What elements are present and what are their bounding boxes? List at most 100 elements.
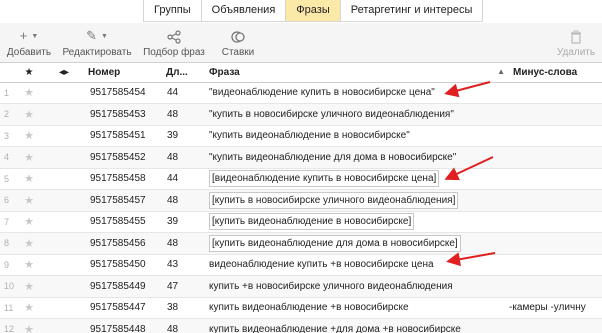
add-button[interactable]: + ▼ Добавить bbox=[6, 23, 52, 61]
phrase-cell[interactable]: купить видеонаблюдение +в новосибирске bbox=[205, 297, 507, 319]
phrase-text: "видеонаблюдение купить в новосибирске ц… bbox=[209, 87, 435, 99]
phrase-cell[interactable]: видеонаблюдение купить +в новосибирске ц… bbox=[205, 254, 507, 276]
table-row[interactable]: 3 ★ 9517585451 39 "купить видеонаблюдение в … bbox=[0, 125, 602, 147]
edit-button[interactable]: ✎ ▼ Редактировать bbox=[62, 23, 132, 61]
phrase-cell[interactable]: [купить видеонаблюдение для дома в новос… bbox=[205, 232, 507, 255]
number-column-header[interactable]: Номер bbox=[88, 64, 166, 83]
star-icon[interactable]: ★ bbox=[18, 232, 40, 255]
status-cell bbox=[40, 254, 88, 276]
phrase-text: купить видеонаблюдение +в новосибирске bbox=[209, 302, 409, 314]
phrase-id-cell: 9517585452 bbox=[88, 146, 166, 169]
minus-words-cell[interactable] bbox=[507, 82, 602, 104]
phrase-cell[interactable]: "купить видеонаблюдение в новосибирске" bbox=[205, 125, 507, 147]
star-icon[interactable]: ★ bbox=[18, 189, 40, 212]
phrase-column-header[interactable]: Фраза ▲ bbox=[205, 64, 507, 83]
minus-words-cell[interactable] bbox=[507, 232, 602, 255]
star-icon[interactable]: ★ bbox=[18, 103, 40, 126]
phrase-text: видеонаблюдение купить +в новосибирске ц… bbox=[209, 259, 434, 271]
tab-ads[interactable]: Объявления bbox=[202, 0, 287, 21]
table-row[interactable]: 5 ★ 9517585458 44 [видеонаблюдение купить в … bbox=[0, 168, 602, 190]
star-icon[interactable]: ★ bbox=[18, 318, 40, 333]
toolbar: + ▼ Добавить ✎ ▼ Редактировать Подбор фраз… bbox=[0, 23, 602, 63]
row-number: 11 bbox=[0, 297, 18, 319]
minus-words-cell[interactable] bbox=[507, 146, 602, 169]
tab-groups[interactable]: Группы bbox=[144, 0, 202, 21]
table-row[interactable]: 2 ★ 9517585453 48 "купить в новосибирске ули… bbox=[0, 103, 602, 126]
length-cell: 44 bbox=[166, 168, 205, 190]
length-cell: 48 bbox=[166, 318, 205, 333]
status-column-header[interactable]: ◂▸ bbox=[40, 64, 88, 83]
star-icon[interactable]: ★ bbox=[18, 82, 40, 104]
phrase-id-cell: 9517585450 bbox=[88, 254, 166, 276]
phrase-cell[interactable]: "видеонаблюдение купить в новосибирске ц… bbox=[205, 82, 507, 104]
table-row[interactable]: 4 ★ 9517585452 48 "купить видеонаблюдение дл… bbox=[0, 146, 602, 169]
phrase-id-cell: 9517585448 bbox=[88, 318, 166, 333]
star-icon[interactable]: ★ bbox=[18, 211, 40, 233]
star-icon[interactable]: ★ bbox=[18, 146, 40, 169]
table-row[interactable]: 9 ★ 9517585450 43 видеонаблюдение купить +в … bbox=[0, 254, 602, 276]
coins-icon bbox=[218, 26, 258, 46]
phrase-cell[interactable]: "купить в новосибирске уличного видеонаб… bbox=[205, 103, 507, 126]
table-row[interactable]: 1 ★ 9517585454 44 "видеонаблюдение купить в … bbox=[0, 82, 602, 104]
phrase-cell[interactable]: [видеонаблюдение купить в новосибирске ц… bbox=[205, 168, 507, 190]
share-nodes-icon bbox=[143, 26, 205, 46]
length-cell: 47 bbox=[166, 275, 205, 298]
table-row[interactable]: 11 ★ 9517585447 38 купить видеонаблюдение +в… bbox=[0, 297, 602, 319]
minus-words-cell[interactable]: -камеры -уличну bbox=[507, 297, 602, 319]
minus-words-cell[interactable] bbox=[507, 211, 602, 233]
length-cell: 48 bbox=[166, 232, 205, 255]
table-row[interactable]: 10 ★ 9517585449 47 купить +в новосибирске ул… bbox=[0, 275, 602, 298]
phrase-picker-button[interactable]: Подбор фраз bbox=[143, 23, 205, 61]
status-cell bbox=[40, 146, 88, 169]
tab-phrases[interactable]: Фразы bbox=[286, 0, 341, 21]
status-cell bbox=[40, 189, 88, 212]
star-icon[interactable]: ★ bbox=[18, 297, 40, 319]
minus-words-cell[interactable] bbox=[507, 189, 602, 212]
status-cell bbox=[40, 232, 88, 255]
bids-button[interactable]: Ставки bbox=[218, 23, 258, 61]
minus-words-cell[interactable] bbox=[507, 275, 602, 298]
phrases-table: ★ ◂▸ Номер Дл... Фраза ▲ Минус-слова 1 ★ 95… bbox=[0, 64, 602, 333]
status-cell bbox=[40, 103, 88, 126]
phrase-cell[interactable]: [купить в новосибирске уличного видеонаб… bbox=[205, 189, 507, 212]
phrase-cell[interactable]: купить +в новосибирске уличного видеонаб… bbox=[205, 275, 507, 298]
table-row[interactable]: 8 ★ 9517585456 48 [купить видеонаблюдение дл… bbox=[0, 232, 602, 255]
minus-words-column-header[interactable]: Минус-слова bbox=[507, 64, 602, 83]
phrase-id-cell: 9517585456 bbox=[88, 232, 166, 255]
length-cell: 43 bbox=[166, 254, 205, 276]
table-row[interactable]: 6 ★ 9517585457 48 [купить в новосибирске ули… bbox=[0, 189, 602, 212]
star-icon[interactable]: ★ bbox=[18, 254, 40, 276]
phrase-text: купить +в новосибирске уличного видеонаб… bbox=[209, 280, 453, 292]
phrase-text: "купить в новосибирске уличного видеонаб… bbox=[209, 108, 454, 120]
table-row[interactable]: 7 ★ 9517585455 39 [купить видеонаблюдение в … bbox=[0, 211, 602, 233]
phrase-cell[interactable]: "купить видеонаблюдение для дома в новос… bbox=[205, 146, 507, 169]
row-number: 5 bbox=[0, 168, 18, 190]
tab-bar: Группы Объявления Фразы Ретаргетинг и ин… bbox=[143, 0, 484, 22]
minus-words-cell[interactable] bbox=[507, 168, 602, 190]
phrase-cell[interactable]: купить видеонаблюдение +для дома +в ново… bbox=[205, 318, 507, 333]
star-icon[interactable]: ★ bbox=[18, 125, 40, 147]
table-row[interactable]: 12 ★ 9517585448 48 купить видеонаблюдение +д… bbox=[0, 318, 602, 333]
star-column-header[interactable]: ★ bbox=[18, 64, 40, 83]
star-icon[interactable]: ★ bbox=[18, 168, 40, 190]
minus-words-cell[interactable] bbox=[507, 254, 602, 276]
phrase-cell[interactable]: [купить видеонаблюдение в новосибирске] bbox=[205, 211, 507, 233]
delete-button[interactable]: Удалить bbox=[556, 23, 596, 61]
status-cell bbox=[40, 82, 88, 104]
row-number: 8 bbox=[0, 232, 18, 255]
phrase-id-cell: 9517585458 bbox=[88, 168, 166, 190]
phrase-text: [видеонаблюдение купить в новосибирске ц… bbox=[209, 170, 440, 188]
minus-words-cell[interactable] bbox=[507, 103, 602, 126]
length-cell: 39 bbox=[166, 125, 205, 147]
row-number: 4 bbox=[0, 146, 18, 169]
length-column-header[interactable]: Дл... bbox=[166, 64, 205, 83]
phrase-id-cell: 9517585453 bbox=[88, 103, 166, 126]
minus-words-cell[interactable] bbox=[507, 125, 602, 147]
minus-words-cell[interactable] bbox=[507, 318, 602, 333]
star-icon[interactable]: ★ bbox=[18, 275, 40, 298]
phrase-id-cell: 9517585451 bbox=[88, 125, 166, 147]
table-header: ★ ◂▸ Номер Дл... Фраза ▲ Минус-слова bbox=[0, 64, 602, 83]
status-cell bbox=[40, 297, 88, 319]
row-number: 3 bbox=[0, 125, 18, 147]
tab-retargeting[interactable]: Ретаргетинг и интересы bbox=[341, 0, 483, 21]
